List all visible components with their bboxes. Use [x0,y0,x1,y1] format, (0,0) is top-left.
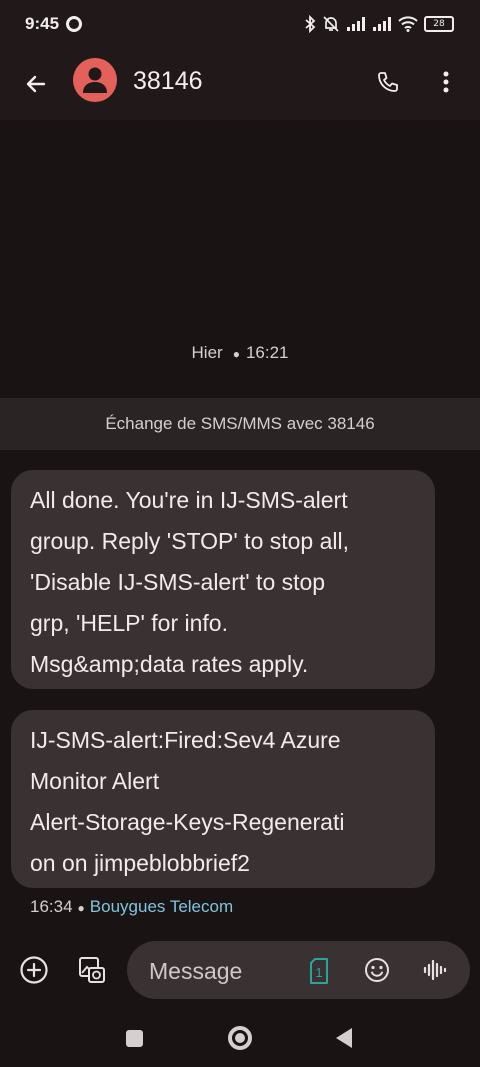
gallery-button[interactable] [74,952,110,988]
more-options-button[interactable] [428,64,464,100]
status-time: 9:45 [25,14,60,33]
back-button[interactable] [18,66,54,102]
gallery-icon [79,957,105,983]
phone-icon [378,72,398,92]
add-attachment-button[interactable] [16,952,52,988]
person-icon [83,67,107,93]
sim-card-icon: 1 [310,958,328,984]
bell-off-icon [323,16,339,32]
battery-indicator: 28 [424,16,454,32]
compose-bar: 1 [127,941,470,1001]
emoji-icon [365,958,389,982]
status-icons: 28 [304,12,454,36]
message-meta: 16:34 ● Bouygues Telecom [30,897,234,916]
contact-name[interactable]: 38146 [133,67,203,96]
call-button[interactable] [370,64,406,100]
message-time: 16:34 [30,897,73,916]
arrow-back-icon [26,75,46,93]
home-icon [235,1033,245,1043]
contact-avatar[interactable] [73,58,117,102]
notification-dot-icon [66,16,82,32]
bluetooth-icon [305,15,316,33]
message-input[interactable] [147,941,301,1001]
home-button[interactable] [228,1026,252,1050]
system-navigation-bar [0,1010,480,1067]
voice-message-button[interactable] [421,956,449,984]
more-vert-icon [443,71,449,93]
conversation-header: 38146 [0,48,480,120]
nav-back-button[interactable] [336,1028,352,1048]
sim-number: 1 [315,965,322,980]
date-label: Hier [191,343,223,362]
carrier-name: Bouygues Telecom [89,897,234,916]
date-divider: Hier ● 16:21 [191,343,289,362]
signal-2-icon [373,17,391,31]
message-bubble[interactable]: All done. You're in IJ-SMS-alert group. … [11,470,435,689]
recents-button[interactable] [126,1030,143,1047]
voice-waveform-icon [423,959,447,981]
status-bar: 9:45 28 [0,0,480,48]
emoji-button[interactable] [363,956,391,984]
message-bubble[interactable]: IJ-SMS-alert:Fired:Sev4 Azure Monitor Al… [11,710,435,888]
date-time: 16:21 [245,343,289,362]
wifi-icon [398,16,418,32]
signal-1-icon [347,17,365,31]
sim-selector-button[interactable]: 1 [307,957,331,985]
add-circle-icon [20,956,48,984]
exchange-banner: Échange de SMS/MMS avec 38146 [0,398,480,450]
